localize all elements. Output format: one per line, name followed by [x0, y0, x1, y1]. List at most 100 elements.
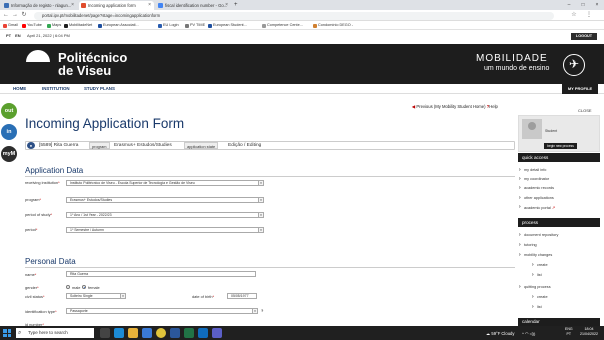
close-tab-icon[interactable]: × [71, 1, 74, 10]
begin-new-process-button[interactable]: begin new process [544, 143, 577, 149]
tab-label: fiscal identification number - Go... [165, 3, 228, 8]
task-view-icon[interactable] [100, 328, 110, 338]
bookmark-item[interactable]: European Associati... [98, 22, 139, 29]
period-of-study-select[interactable]: 1º Ano / 1st Year - 2022/23 ▾ [66, 212, 264, 218]
civil-status-label: civil status* [25, 294, 45, 299]
bookmark-icon [98, 23, 102, 28]
mobility-title: MOBILIDADE [476, 53, 548, 64]
minimize-icon[interactable]: – [562, 0, 576, 10]
my-mobility-icon[interactable]: myM [1, 146, 17, 162]
site-logo-text[interactable]: Politécnico de Viseu [58, 51, 127, 77]
chevron-down-icon: ▾ [258, 213, 263, 217]
maximize-icon[interactable]: □ [576, 0, 590, 10]
previous-link[interactable]: ◀ Previous (My Mobility Student Home) ?H… [412, 104, 498, 109]
sidebar-link-my-detail-info[interactable]: my detail info [519, 167, 546, 173]
my-profile-button[interactable]: MY PROFILE [562, 84, 598, 94]
taskbar-search-input[interactable]: Type here to search [16, 328, 94, 338]
forward-icon[interactable]: → [11, 11, 19, 20]
lang-pt-link[interactable]: PT [6, 33, 11, 38]
close-panel-button[interactable]: CLOSE [578, 108, 592, 113]
date-of-birth-label: date of birth* [192, 294, 215, 299]
nav-home[interactable]: HOME [13, 84, 26, 94]
bookmark-item[interactable]: European Student... [208, 22, 247, 29]
name-field[interactable]: Rita Guerra [66, 271, 256, 277]
sidebar-link-mobility-changes-create[interactable]: create [532, 262, 547, 268]
bookmark-icon [158, 23, 162, 28]
personal-data-heading: Personal Data [25, 257, 76, 266]
gender-female-radio[interactable] [82, 285, 86, 289]
bookmark-label: PV TIME [190, 23, 206, 27]
close-tab-icon[interactable]: × [148, 1, 151, 10]
chrome-icon[interactable] [156, 328, 166, 338]
gender-male-radio[interactable] [66, 285, 70, 289]
volume-icon: ◁)) [529, 331, 536, 336]
sidebar-link-my-coordinator[interactable]: my coordinator [519, 176, 549, 182]
nav-study-plans[interactable]: STUDY PLANS [84, 84, 115, 94]
lang-en-link[interactable]: EN [15, 33, 21, 38]
edge-icon[interactable] [114, 328, 124, 338]
sidebar-link-quitting-process[interactable]: quitting process [519, 284, 551, 290]
polytechnic-logo-icon[interactable] [26, 50, 50, 74]
star-icon[interactable]: ☆ [570, 11, 578, 20]
period-select[interactable]: 1º Semestre / Autumn ▾ [66, 227, 264, 233]
sidebar-link-academic-portal[interactable]: academic portal ↗ [519, 204, 555, 210]
sidebar-link-tutoring[interactable]: tutoring [519, 242, 537, 248]
help-link-label[interactable]: Help [489, 104, 498, 109]
bookmark-item[interactable]: MobilitadeNet [64, 22, 92, 29]
sidebar-link-academic-records[interactable]: academic records [519, 185, 554, 191]
new-tab-button[interactable]: + [232, 1, 242, 10]
word-icon[interactable] [170, 328, 180, 338]
identification-type-select[interactable]: Passaporte ▾ [66, 308, 258, 314]
bookmark-item[interactable]: EU Login [158, 22, 179, 29]
bookmark-item[interactable]: Maps [47, 22, 61, 29]
browser-tab-active[interactable]: Incoming application form × [79, 1, 154, 10]
taskbar-clock[interactable]: 18:04 21/04/2022 [580, 327, 598, 337]
teams-icon[interactable] [212, 328, 222, 338]
sidebar-link-quitting-create[interactable]: create [532, 294, 547, 300]
label-text: name [25, 272, 35, 277]
sidebar-link-mobility-changes-list[interactable]: list [532, 272, 541, 278]
date-of-birth-field[interactable]: 05/05/1977 [227, 293, 257, 299]
back-icon[interactable]: ← [2, 11, 10, 20]
bookmark-item[interactable]: Gmail [3, 22, 18, 29]
outlook-icon[interactable] [198, 328, 208, 338]
sidebar-link-other-applications[interactable]: other applications [519, 195, 554, 201]
close-tab-icon[interactable]: × [225, 1, 228, 10]
store-icon[interactable] [142, 328, 152, 338]
close-window-icon[interactable]: × [590, 0, 604, 10]
receiving-institution-select[interactable]: Instituto Politécnico de Viseu - Escola … [66, 180, 264, 186]
browser-tab[interactable]: fiscal identification number - Go... × [156, 1, 231, 10]
outgoing-mobility-icon[interactable]: out [1, 103, 17, 119]
windows-start-icon[interactable] [3, 329, 11, 337]
bookmark-icon [262, 23, 266, 28]
system-tray[interactable]: ^ ◠ ◁)) [522, 331, 535, 336]
incoming-mobility-icon[interactable]: in [1, 124, 17, 140]
label-text: civil status [25, 294, 43, 299]
application-data-heading: Application Data [25, 166, 84, 175]
bookmark-icon [64, 23, 68, 28]
browser-menu-icon[interactable]: ⋮ [585, 11, 593, 20]
sidebar-link-quitting-list[interactable]: list [532, 304, 541, 310]
civil-status-select[interactable]: Solteiro Single ▾ [66, 293, 126, 299]
sidebar-link-document-repository[interactable]: document repository [519, 232, 558, 238]
bookmark-item[interactable]: YouTube [22, 22, 42, 29]
nav-institution[interactable]: INSTITUTION [42, 84, 70, 94]
url-input[interactable]: portal.ipv.pt/mobilitadenet/page?stage=i… [34, 11, 554, 20]
input-language[interactable]: ENG PT [565, 327, 573, 337]
clock-date: 21/04/2022 [580, 332, 598, 336]
bookmark-item[interactable]: Competence Cente... [262, 22, 303, 29]
file-explorer-icon[interactable] [128, 328, 138, 338]
help-icon[interactable]: ? [261, 308, 263, 313]
weather-widget[interactable]: ☁ 59°F Cloudy [486, 331, 514, 336]
bookmark-item[interactable]: Condomínio DEGO - [313, 22, 353, 29]
excel-icon[interactable] [184, 328, 194, 338]
sidebar-link-mobility-changes[interactable]: mobility changes [519, 252, 552, 258]
quick-access-heading: quick access [518, 153, 600, 162]
application-state: Edição / Editing [228, 143, 262, 148]
bookmark-item[interactable]: PV TIME [185, 22, 205, 29]
process-heading: process [518, 218, 600, 227]
program-select[interactable]: Erasmus+ Estudos/Studies ▾ [66, 197, 264, 203]
reload-icon[interactable]: ↻ [20, 11, 28, 20]
logout-button[interactable]: LOGOUT [571, 33, 597, 40]
browser-tab[interactable]: Informação de registo - nlagun... × [2, 1, 77, 10]
